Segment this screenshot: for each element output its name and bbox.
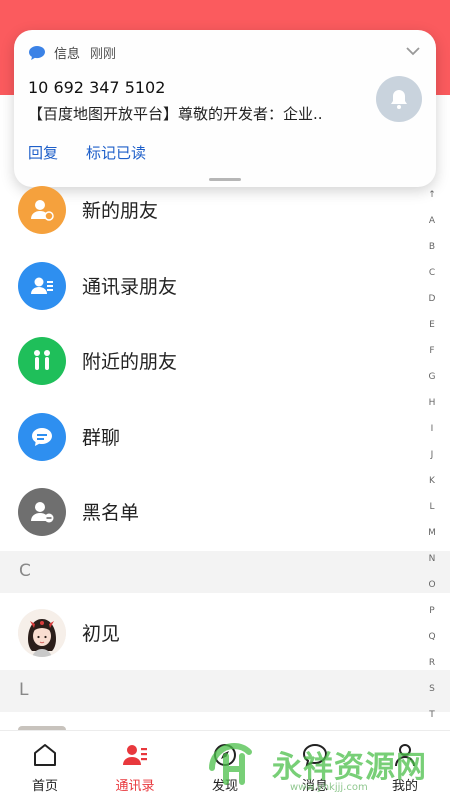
list-item-new-friends[interactable]: 新的朋友	[0, 172, 420, 247]
index-letter[interactable]: D	[422, 291, 442, 317]
nav-label: 首页	[31, 779, 58, 794]
index-letter[interactable]: I	[422, 421, 442, 447]
avatar	[18, 608, 66, 657]
section-letter: L	[19, 680, 29, 700]
mark-read-button[interactable]: 标记已读	[86, 142, 146, 163]
index-letter[interactable]: F	[422, 343, 442, 369]
index-letter[interactable]: G	[422, 369, 442, 395]
section-header-l: L	[0, 670, 450, 712]
nav-home[interactable]: 首页	[0, 731, 90, 800]
address-book-icon	[18, 261, 66, 310]
blacklist-icon	[18, 487, 66, 536]
item-label: 群聊	[82, 427, 121, 449]
alphabet-index[interactable]: ↑ A B C D E F G H I J K L M N O P Q R S …	[422, 187, 442, 733]
notification-body: 【百度地图开放平台】尊敬的开发者：企业..	[28, 105, 323, 123]
index-letter[interactable]: O	[422, 577, 442, 603]
message-icon	[302, 743, 328, 767]
nav-messages[interactable]: 消息	[270, 731, 360, 800]
index-letter[interactable]: L	[422, 499, 442, 525]
index-letter[interactable]: S	[422, 681, 442, 707]
nav-label: 我的	[391, 779, 418, 794]
sms-notification[interactable]: 信息 刚刚 10 692 347 5102 【百度地图开放平台】尊敬的开发者：企…	[14, 30, 436, 187]
item-label: 黑名单	[82, 502, 140, 524]
nav-discover[interactable]: 发现	[180, 731, 270, 800]
message-bubble-icon	[29, 45, 45, 60]
index-letter[interactable]: E	[422, 317, 442, 343]
nearby-icon	[18, 336, 66, 385]
index-letter[interactable]: N	[422, 551, 442, 577]
new-friend-icon	[18, 185, 66, 234]
list-item-address-book-friends[interactable]: 通讯录朋友	[0, 248, 420, 323]
bottom-nav: 首页 通讯录 发现 消息 我的	[0, 730, 450, 800]
index-letter[interactable]: R	[422, 655, 442, 681]
home-icon	[34, 744, 56, 766]
chevron-down-icon[interactable]	[404, 42, 422, 60]
reply-button[interactable]: 回复	[28, 142, 58, 163]
index-letter[interactable]: M	[422, 525, 442, 551]
index-letter[interactable]: C	[422, 265, 442, 291]
nav-label: 消息	[301, 779, 328, 794]
list-item-group-chat[interactable]: 群聊	[0, 399, 420, 474]
index-letter[interactable]: H	[422, 395, 442, 421]
index-letter[interactable]: J	[422, 447, 442, 473]
list-item-nearby-friends[interactable]: 附近的朋友	[0, 323, 420, 398]
notification-actions: 回复 标记已读	[28, 142, 174, 163]
list-item-blacklist[interactable]: 黑名单	[0, 474, 420, 549]
item-label: 新的朋友	[82, 200, 159, 222]
index-letter[interactable]: B	[422, 239, 442, 265]
index-letter[interactable]: ↑	[422, 187, 442, 213]
section-letter: C	[19, 561, 31, 581]
discover-icon	[214, 744, 236, 766]
nav-contacts[interactable]: 通讯录	[90, 731, 180, 800]
profile-icon	[395, 744, 415, 767]
group-chat-icon	[18, 412, 66, 461]
section-header-c: C	[0, 551, 450, 593]
contact-row[interactable]: 初见	[0, 595, 420, 670]
nav-label: 发现	[211, 779, 238, 794]
index-letter[interactable]: Q	[422, 629, 442, 655]
notification-time: 刚刚	[90, 47, 117, 62]
bell-icon	[376, 76, 422, 122]
contacts-icon	[123, 745, 147, 765]
notification-app-row: 信息 刚刚	[28, 43, 116, 62]
index-letter[interactable]: A	[422, 213, 442, 239]
item-label: 通讯录朋友	[82, 276, 178, 298]
notification-app-name: 信息	[54, 47, 81, 62]
contact-name: 初见	[82, 623, 121, 645]
avatar-illustration	[18, 608, 66, 657]
index-letter[interactable]: K	[422, 473, 442, 499]
nav-profile[interactable]: 我的	[360, 731, 450, 800]
nav-label: 通讯录	[115, 779, 155, 794]
item-label: 附近的朋友	[82, 351, 178, 373]
index-letter[interactable]: P	[422, 603, 442, 629]
notification-sender: 10 692 347 5102	[28, 78, 166, 97]
